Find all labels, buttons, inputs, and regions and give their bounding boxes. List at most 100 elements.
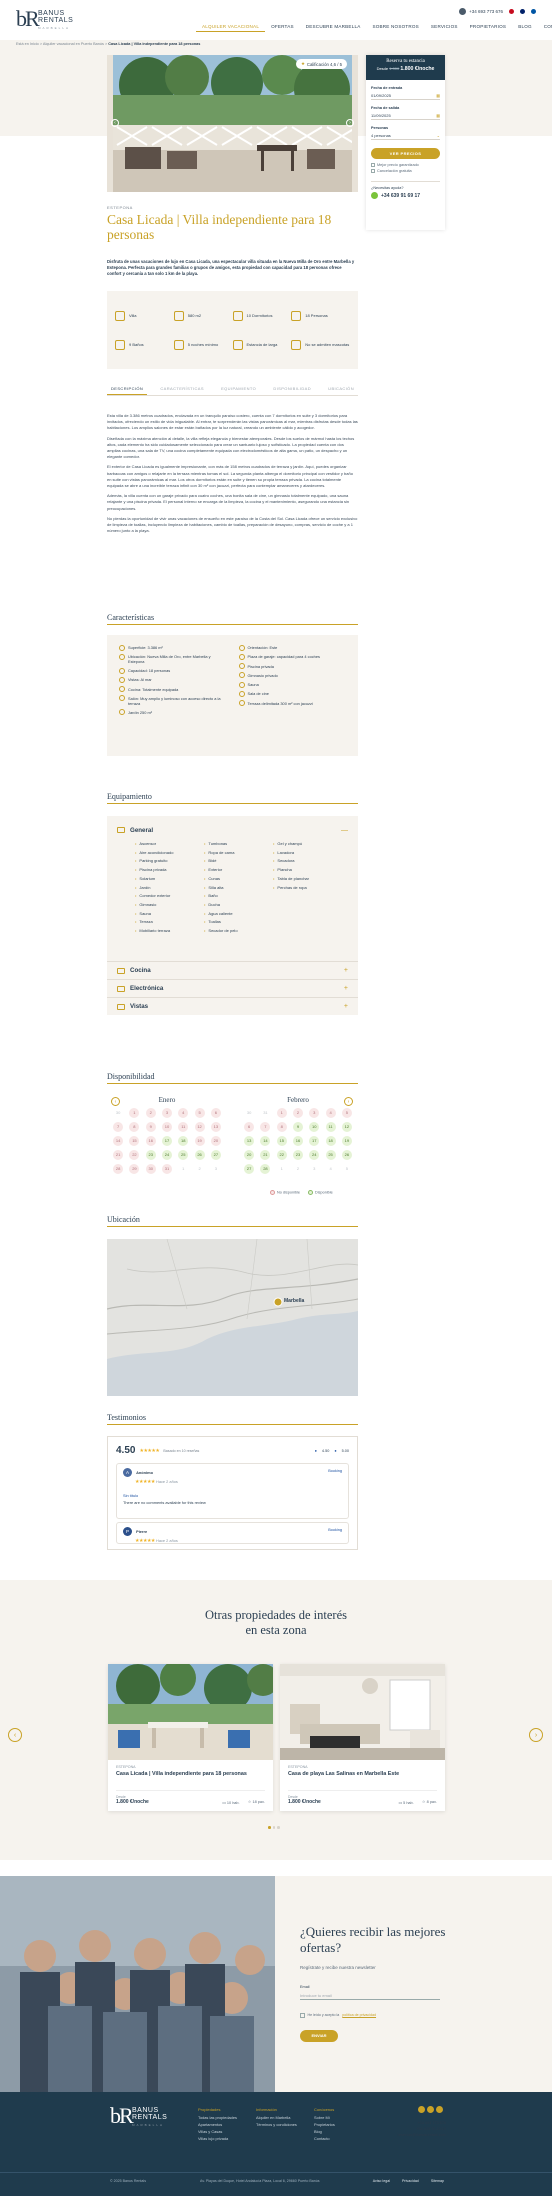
newsletter-email-input[interactable]: Introduce tu email [300, 1992, 440, 2000]
help-phone[interactable]: +34 639 91 69 17 [371, 192, 440, 199]
property-title: Casa Licada | Villa independiente para 1… [107, 212, 332, 242]
gallery-prev-button[interactable]: ‹ [111, 119, 119, 127]
footer-link[interactable]: Blog [314, 2128, 335, 2135]
location-map[interactable]: Marbella [107, 1239, 358, 1396]
facebook-icon[interactable] [418, 2106, 425, 2113]
calendar-day[interactable]: 20 [244, 1150, 255, 1160]
calendar-day[interactable]: 27 [244, 1164, 255, 1174]
calendar-day[interactable]: 25 [325, 1150, 336, 1160]
tab-disponibilidad[interactable]: DISPONIBILIDAD [269, 386, 315, 395]
characteristic-text: Capacidad: 18 personas [128, 668, 171, 674]
equipment-general-header[interactable]: General — [107, 816, 358, 836]
calendar-day[interactable]: 24 [309, 1150, 320, 1160]
carousel-dot[interactable] [268, 1826, 271, 1829]
privacy-policy-link[interactable]: política de privacidad [342, 2013, 376, 2017]
privacy-link[interactable]: Privacidad [402, 2179, 419, 2183]
consent-text: He leído y acepto la [307, 2013, 340, 2018]
footer-link[interactable]: Villas y Casas [198, 2128, 237, 2135]
calendar-day[interactable]: 26 [194, 1150, 205, 1160]
see-prices-button[interactable]: VER PRECIOS [371, 148, 440, 159]
instagram-icon[interactable] [427, 2106, 434, 2113]
calendar-day[interactable]: 11 [325, 1122, 336, 1132]
tab-caracteristicas[interactable]: CARACTERÍSTICAS [156, 386, 208, 395]
footer-link[interactable]: Propietarios [314, 2121, 335, 2128]
nav-sobre-nosotros[interactable]: SOBRE NOSOTROS [366, 23, 424, 32]
footer-link[interactable]: Apartamentos [198, 2121, 237, 2128]
nav-contacto[interactable]: CONTACTO [538, 23, 552, 32]
equipment-electronics-header[interactable]: Electrónica + [107, 979, 358, 997]
footer-link[interactable]: Todas las propiedades [198, 2114, 237, 2121]
newsletter-submit-button[interactable]: ENVIAR [300, 2030, 338, 2042]
calendar-day[interactable]: 18 [325, 1136, 336, 1146]
legal-notice-link[interactable]: Aviso legal [373, 2179, 390, 2183]
calendar-day[interactable]: 18 [178, 1136, 189, 1146]
calendar-day[interactable]: 14 [260, 1136, 271, 1146]
spanish-flag-icon[interactable] [509, 9, 514, 14]
calendar-day: 6 [210, 1108, 221, 1118]
french-flag-icon[interactable] [531, 9, 536, 14]
booking-score: 4.50 [321, 1448, 330, 1453]
site-logo[interactable]: bR BANUS RENTALS MARBELLA [16, 7, 86, 33]
calendar-day: 3 [313, 1166, 316, 1171]
calendar-day[interactable]: 22 [276, 1150, 287, 1160]
footer-link[interactable]: Alquiler en Marbella [256, 2114, 297, 2121]
calendar-day[interactable]: 17 [309, 1136, 320, 1146]
footer-link[interactable]: Términos y condiciones [256, 2121, 297, 2128]
property-card[interactable]: ESTEPONA Casa de playa Las Salinas en Ma… [280, 1664, 445, 1811]
calendar-day[interactable]: 27 [210, 1150, 221, 1160]
nav-alquiler-vacacional[interactable]: ALQUILER VACACIONAL [196, 23, 266, 32]
calendar-day[interactable]: 17 [161, 1136, 172, 1146]
footer-link[interactable]: Sobre Mí [314, 2114, 335, 2121]
carousel-dot[interactable] [277, 1826, 280, 1829]
footer-logo[interactable]: bR BANUS RENTALS MARBELLA [110, 2104, 180, 2130]
calendar-day: 5 [341, 1108, 352, 1118]
calendar-day[interactable]: 19 [341, 1136, 352, 1146]
tab-equipamiento[interactable]: EQUIPAMIENTO [217, 386, 260, 395]
carousel-next-button[interactable]: › [529, 1728, 543, 1742]
calendar-day[interactable]: 23 [145, 1150, 156, 1160]
newsletter-consent[interactable]: He leído y acepto la política de privacid… [300, 2013, 376, 2018]
property-card[interactable]: ESTEPONA Casa Licada | Villa independien… [108, 1664, 273, 1811]
breadcrumb-path[interactable]: Está en Inicio > Alquiler vacacional en … [16, 42, 108, 46]
nav-propietarios[interactable]: PROPIETARIOS [464, 23, 513, 32]
nav-descubre-marbella[interactable]: DESCUBRE MARBELLA [300, 23, 367, 32]
footer-link[interactable]: Villas lujo privada [198, 2135, 237, 2142]
footer-email[interactable]: reservas@banusrentals.com [396, 2132, 446, 2138]
calendar-day[interactable]: 23 [292, 1150, 303, 1160]
checkin-field[interactable]: 01/09/2025 ▦ [371, 92, 440, 100]
calendar-day[interactable]: 9 [292, 1122, 303, 1132]
checkout-field[interactable]: 11/09/2025 ▦ [371, 112, 440, 120]
footer-link[interactable]: Contacto [314, 2135, 335, 2142]
calendar-day[interactable]: 28 [260, 1164, 271, 1174]
calendar-day[interactable]: 21 [260, 1150, 271, 1160]
calendar-day[interactable]: 10 [309, 1122, 320, 1132]
consent-checkbox[interactable] [300, 2013, 305, 2018]
guests-select[interactable]: 4 personas ⌄ [371, 132, 440, 140]
calendar-day[interactable]: 26 [341, 1150, 352, 1160]
calendar-day[interactable]: 25 [178, 1150, 189, 1160]
characteristic-text: Superficie: 3.386 m² [128, 645, 163, 650]
nav-servicios[interactable]: SERVICIOS [425, 23, 464, 32]
nav-blog[interactable]: BLOG [512, 23, 538, 32]
gallery-next-button[interactable]: › [346, 119, 354, 127]
carousel-prev-button[interactable]: ‹ [8, 1728, 22, 1742]
card-footer: Desde 1.800 €/noche ▭ 5 hab. ☺ 8 pax. [288, 1790, 437, 1805]
sitemap-link[interactable]: Sitemap [431, 2179, 444, 2183]
calendar-day[interactable]: 15 [276, 1136, 287, 1146]
carousel-dot[interactable] [272, 1826, 275, 1829]
equipment-views-header[interactable]: Vistas + [107, 997, 358, 1015]
tab-descripcion[interactable]: DESCRIPCIÓN [107, 386, 148, 395]
nav-ofertas[interactable]: OFERTAS [265, 23, 300, 32]
property-gallery[interactable]: ★ Calificación 4,6 / 5 ‹ › [107, 55, 358, 192]
calendar-day[interactable]: 16 [292, 1136, 303, 1146]
footer-copyright: © 2025 Banus Rentals [110, 2179, 147, 2183]
feature-item: Estancia de larga [232, 330, 292, 359]
header-phone[interactable]: +34 693 773 676 [459, 8, 503, 15]
whatsapp-icon[interactable] [436, 2106, 443, 2113]
calendar-day[interactable]: 13 [244, 1136, 255, 1146]
calendar-day[interactable]: 12 [341, 1122, 352, 1132]
english-flag-icon[interactable] [520, 9, 525, 14]
equipment-kitchen-header[interactable]: Cocina + [107, 961, 358, 979]
calendar-day[interactable]: 24 [161, 1150, 172, 1160]
tab-ubicacion[interactable]: UBICACIÓN [324, 386, 358, 395]
